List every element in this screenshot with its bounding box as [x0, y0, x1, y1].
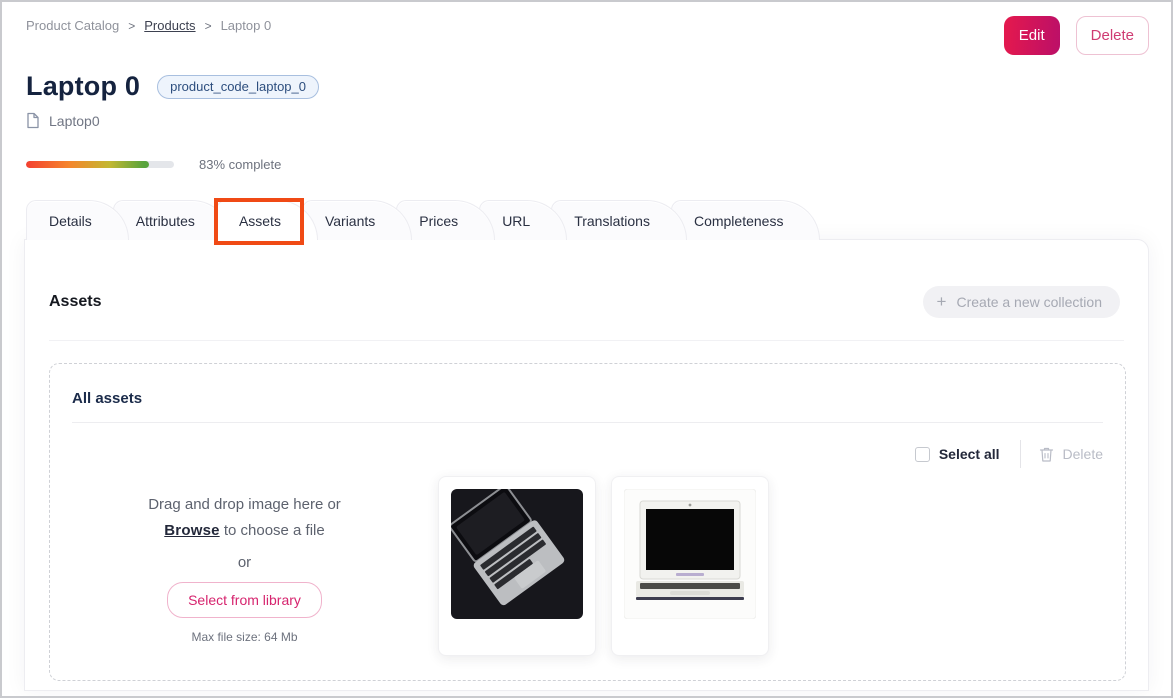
product-identifier: Laptop0	[49, 113, 100, 129]
asset-card-list	[438, 476, 769, 656]
create-collection-button[interactable]: + Create a new collection	[923, 286, 1120, 318]
breadcrumb-separator: >	[128, 19, 135, 33]
assets-tab-panel: Assets + Create a new collection All ass…	[24, 239, 1149, 691]
plus-icon: +	[937, 293, 947, 310]
dropzone-choose-file-text: to choose a file	[224, 522, 325, 539]
breadcrumb: Product Catalog > Products > Laptop 0	[26, 16, 271, 33]
all-assets-container: All assets Select all Delete	[49, 363, 1126, 681]
progress-label: 83% complete	[199, 157, 281, 172]
breadcrumb-item-products[interactable]: Products	[144, 18, 195, 33]
divider	[72, 422, 1103, 423]
delete-button[interactable]: Delete	[1076, 16, 1149, 55]
progress-fill	[26, 161, 149, 168]
select-all-label: Select all	[939, 446, 1000, 462]
all-assets-title: All assets	[72, 390, 1103, 407]
page-title: Laptop 0	[26, 71, 140, 102]
dropzone[interactable]: Drag and drop image here or Browse to ch…	[72, 476, 417, 656]
dropzone-or-text: or	[72, 554, 417, 571]
max-file-size-label: Max file size: 64 Mb	[72, 630, 417, 644]
divider	[49, 340, 1124, 341]
dropzone-text-line1: Drag and drop image here or	[72, 492, 417, 518]
tab-bar: Details Attributes Assets Variants Price…	[2, 172, 1171, 240]
tab-attributes[interactable]: Attributes	[113, 200, 232, 240]
breadcrumb-separator: >	[205, 19, 212, 33]
app-window: Product Catalog > Products > Laptop 0 Ed…	[0, 0, 1173, 698]
edit-button[interactable]: Edit	[1004, 16, 1060, 55]
product-code-badge: product_code_laptop_0	[157, 75, 319, 99]
assets-toolbar: Select all Delete	[72, 440, 1103, 468]
select-from-library-button[interactable]: Select from library	[167, 582, 322, 618]
assets-section-title: Assets	[49, 293, 101, 311]
browse-link[interactable]: Browse	[164, 522, 219, 539]
breadcrumb-item-current: Laptop 0	[221, 18, 272, 33]
breadcrumb-item-product-catalog: Product Catalog	[26, 18, 119, 33]
select-all-checkbox[interactable]	[915, 447, 930, 462]
assets-panel-header: Assets + Create a new collection	[25, 240, 1148, 318]
asset-image-laptop-top-view	[451, 489, 583, 619]
tab-translations[interactable]: Translations	[551, 200, 687, 240]
divider	[1020, 440, 1021, 468]
asset-card-laptop-white[interactable]	[611, 476, 769, 656]
tab-completeness[interactable]: Completeness	[671, 200, 821, 240]
title-row: Laptop 0 product_code_laptop_0	[2, 55, 1171, 102]
asset-card-laptop-dark[interactable]	[438, 476, 596, 656]
progress-row: 83% complete	[2, 129, 1171, 172]
asset-image-laptop-front-view	[624, 489, 756, 619]
completeness-progress-bar	[26, 161, 174, 168]
delete-assets-label: Delete	[1063, 446, 1103, 462]
trash-icon	[1039, 446, 1054, 463]
header-actions: Edit Delete	[1004, 16, 1149, 55]
delete-assets-button[interactable]: Delete	[1039, 446, 1103, 463]
identifier-row: Laptop0	[2, 102, 1171, 129]
file-icon	[25, 112, 41, 129]
dropzone-text-line2: Browse to choose a file	[72, 518, 417, 544]
header: Product Catalog > Products > Laptop 0 Ed…	[2, 2, 1171, 55]
assets-content: Drag and drop image here or Browse to ch…	[72, 476, 1103, 656]
create-collection-label: Create a new collection	[956, 294, 1102, 310]
